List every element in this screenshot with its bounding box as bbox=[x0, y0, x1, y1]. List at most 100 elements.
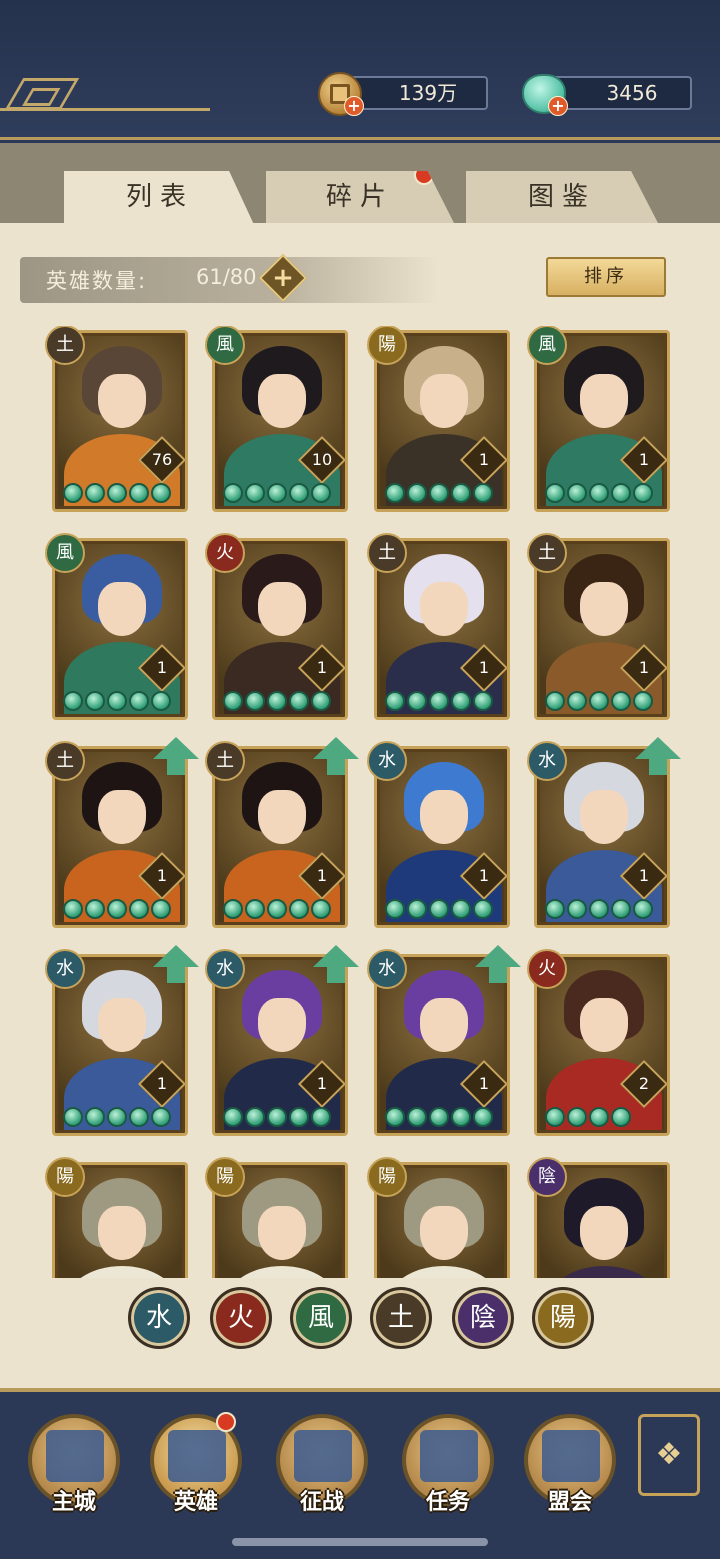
hero-level: 1 bbox=[316, 658, 328, 677]
hero-level: 1 bbox=[478, 1074, 490, 1093]
add-jade-icon[interactable]: + bbox=[548, 96, 568, 116]
jade-star-icon bbox=[85, 691, 105, 711]
jade-star-icon bbox=[611, 899, 631, 919]
hero-count-banner: 英雄数量: 61/80 + bbox=[20, 253, 440, 303]
hero-card[interactable]: 風 10 bbox=[205, 326, 348, 512]
jade-star-icon bbox=[611, 691, 631, 711]
tab-fragments-label: 碎片 bbox=[325, 182, 394, 212]
hero-face bbox=[580, 582, 628, 636]
jade-star-icon bbox=[289, 483, 309, 503]
hero-stars bbox=[63, 691, 171, 711]
jade-star-icon bbox=[223, 691, 243, 711]
jade-star-icon bbox=[633, 899, 653, 919]
filter-4-button[interactable]: 陰 bbox=[452, 1287, 514, 1349]
jade-star-icon bbox=[451, 483, 471, 503]
filter-0-button[interactable]: 水 bbox=[128, 1287, 190, 1349]
hero-card[interactable]: 水1 bbox=[527, 737, 681, 928]
jade-star-icon bbox=[63, 483, 83, 503]
hero-card[interactable]: 陽 bbox=[367, 1157, 510, 1278]
hero-stars bbox=[385, 899, 493, 919]
element-badge-icon: 陽 bbox=[367, 326, 407, 365]
top-bar: + 139万 + 3456 bbox=[0, 0, 720, 140]
hero-level: 1 bbox=[156, 866, 168, 885]
nav-label: 盟会 bbox=[547, 1490, 592, 1515]
bottom-nav: 主城 英雄 征战 任务 盟会 ❖ bbox=[0, 1388, 720, 1559]
hero-panel: 列表 碎片 图鉴 英雄数量: 61/80 + 排序 土 76 風 10 陽 1 風 1 風 1 火 1… bbox=[0, 143, 720, 1388]
element-badge-icon: 水 bbox=[527, 741, 567, 781]
element-badge-icon: 陽 bbox=[45, 1157, 85, 1197]
coin-currency[interactable]: + 139万 bbox=[318, 72, 498, 116]
sort-button[interactable]: 排序 bbox=[546, 257, 666, 297]
nav-label: 英雄 bbox=[173, 1490, 218, 1515]
jade-star-icon bbox=[223, 483, 243, 503]
jade-star-icon bbox=[611, 483, 631, 503]
jade-star-icon bbox=[151, 1107, 171, 1127]
hero-face bbox=[420, 1206, 468, 1260]
jade-star-icon bbox=[245, 691, 265, 711]
filter-5-button[interactable]: 陽 bbox=[532, 1287, 594, 1349]
filter-2-button[interactable]: 風 bbox=[290, 1287, 352, 1349]
jade-star-icon bbox=[385, 899, 405, 919]
hero-card[interactable]: 土1 bbox=[45, 737, 199, 928]
hero-stars bbox=[63, 1107, 171, 1127]
element-badge-icon: 水 bbox=[367, 949, 407, 989]
jade-star-icon bbox=[129, 899, 149, 919]
element-badge-icon: 陰 bbox=[527, 1157, 567, 1197]
filter-3-button[interactable]: 土 bbox=[370, 1287, 432, 1349]
upgrade-arrow-icon bbox=[313, 945, 359, 985]
hero-card[interactable]: 土 76 bbox=[45, 326, 188, 512]
jade-star-icon bbox=[85, 1107, 105, 1127]
jade-star-icon bbox=[129, 691, 149, 711]
jade-star-icon bbox=[311, 1107, 331, 1127]
castle-icon bbox=[46, 1430, 104, 1482]
hero-face bbox=[580, 374, 628, 428]
element-badge-icon: 風 bbox=[45, 533, 85, 573]
hero-stars bbox=[223, 1107, 331, 1127]
element-badge-icon: 土 bbox=[205, 741, 245, 781]
jade-star-icon bbox=[473, 899, 493, 919]
hero-card[interactable]: 水1 bbox=[45, 945, 199, 1136]
jade-star-icon bbox=[289, 1107, 309, 1127]
hero-card[interactable]: 水1 bbox=[367, 741, 510, 928]
tab-fragments[interactable]: 碎片 bbox=[266, 171, 454, 223]
hero-card[interactable]: 陽1 bbox=[367, 326, 510, 512]
hero-card[interactable]: 土1 bbox=[527, 533, 670, 720]
jade-star-icon bbox=[407, 691, 427, 711]
jade-star-icon bbox=[451, 1107, 471, 1127]
hero-card[interactable]: 火2 bbox=[527, 949, 670, 1136]
hero-card[interactable]: 土1 bbox=[205, 737, 359, 928]
tab-list-label: 列表 bbox=[125, 182, 194, 212]
more-menu-icon[interactable]: ❖ bbox=[638, 1414, 700, 1496]
hero-outfit bbox=[64, 1266, 180, 1278]
nav-label: 主城 bbox=[51, 1490, 96, 1515]
hero-card[interactable]: 陽 bbox=[45, 1157, 188, 1278]
hero-card[interactable]: 風1 bbox=[45, 533, 188, 720]
hero-face bbox=[580, 790, 628, 844]
hero-card[interactable]: 陽 bbox=[205, 1157, 348, 1278]
element-badge-icon: 水 bbox=[367, 741, 407, 781]
notification-dot-icon bbox=[414, 171, 434, 185]
tab-codex[interactable]: 图鉴 bbox=[466, 171, 658, 223]
hero-card[interactable]: 風1 bbox=[527, 326, 670, 512]
jade-star-icon bbox=[473, 1107, 493, 1127]
hero-card[interactable]: 陰 bbox=[527, 1157, 670, 1278]
hero-stars bbox=[385, 691, 493, 711]
jade-currency[interactable]: + 3456 bbox=[522, 72, 702, 116]
hero-level: 1 bbox=[156, 1074, 168, 1093]
hero-face bbox=[420, 374, 468, 428]
hero-card[interactable]: 水1 bbox=[367, 945, 521, 1136]
guild-icon bbox=[542, 1430, 600, 1482]
expand-roster-button[interactable]: + bbox=[258, 253, 308, 303]
jade-star-icon bbox=[63, 899, 83, 919]
add-coins-icon[interactable]: + bbox=[344, 96, 364, 116]
hero-card[interactable]: 火1 bbox=[205, 533, 348, 720]
hero-card[interactable]: 水1 bbox=[205, 945, 359, 1136]
jade-star-icon bbox=[589, 483, 609, 503]
hero-stars bbox=[545, 691, 653, 711]
filter-1-button[interactable]: 火 bbox=[210, 1287, 272, 1349]
upgrade-arrow-icon bbox=[475, 945, 521, 985]
hero-card[interactable]: 土1 bbox=[367, 533, 510, 720]
tab-list[interactable]: 列表 bbox=[64, 171, 256, 229]
jade-star-icon bbox=[245, 899, 265, 919]
jade-star-icon bbox=[589, 691, 609, 711]
